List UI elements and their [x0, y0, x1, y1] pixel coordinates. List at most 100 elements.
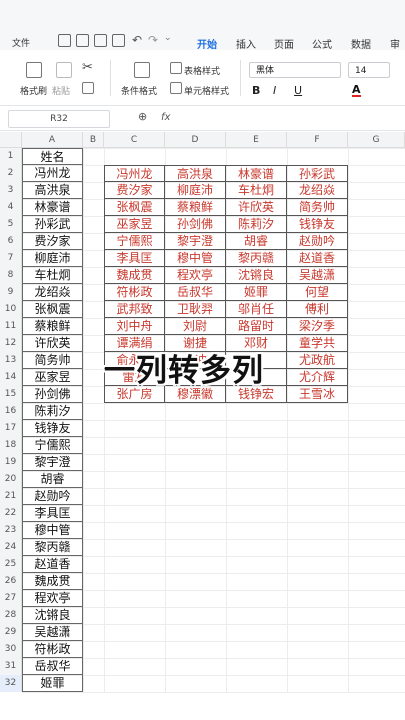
cell-name[interactable]: 林豪谱 — [22, 199, 83, 216]
tab-formula[interactable]: 公式 — [312, 36, 332, 51]
row-header[interactable]: 9 — [0, 284, 22, 301]
fx-icon[interactable]: fx — [161, 112, 170, 123]
row-header[interactable]: 25 — [0, 556, 22, 573]
matrix-cell[interactable]: 刘尉 — [165, 318, 226, 335]
matrix-cell[interactable]: 车杜炯 — [226, 182, 287, 199]
matrix-cell[interactable]: 尤政航 — [287, 352, 348, 369]
font-name-select[interactable]: 黑体 — [249, 62, 341, 78]
matrix-cell[interactable]: 巫家昱 — [104, 216, 165, 233]
conditional-format-icon[interactable] — [134, 62, 150, 78]
italic-button[interactable]: I — [273, 84, 276, 97]
matrix-cell[interactable]: 姬罪 — [226, 284, 287, 301]
matrix-cell[interactable]: 柳庭沛 — [165, 182, 226, 199]
tab-page[interactable]: 页面 — [274, 36, 294, 51]
row-header[interactable]: 32 — [0, 675, 22, 692]
column-header[interactable]: F — [287, 132, 348, 148]
cell-name[interactable]: 岳叔华 — [22, 658, 83, 675]
matrix-cell[interactable]: 陈莉汐 — [226, 216, 287, 233]
matrix-cell[interactable]: 刘中舟 — [104, 318, 165, 335]
format-painter-button[interactable]: 格式刷 — [20, 84, 47, 97]
row-header[interactable]: 16 — [0, 403, 22, 420]
cell-name[interactable]: 吴越潇 — [22, 624, 83, 641]
bold-button[interactable]: B — [252, 84, 260, 97]
matrix-cell[interactable]: 胡睿 — [226, 233, 287, 250]
matrix-cell[interactable]: 李具匡 — [104, 250, 165, 267]
table-style-button[interactable]: 表格样式 — [184, 64, 220, 77]
row-header[interactable]: 20 — [0, 471, 22, 488]
matrix-cell[interactable]: 沈锵良 — [226, 267, 287, 284]
cell-name[interactable]: 简务帅 — [22, 352, 83, 369]
cell-name[interactable]: 宁儒熙 — [22, 437, 83, 454]
print-icon[interactable] — [94, 34, 107, 47]
matrix-cell[interactable]: 尤介辉 — [287, 369, 348, 386]
tab-data[interactable]: 数据 — [351, 36, 371, 51]
matrix-cell[interactable]: 钱铮友 — [287, 216, 348, 233]
matrix-cell[interactable]: 赵勋吟 — [287, 233, 348, 250]
row-header[interactable]: 24 — [0, 539, 22, 556]
matrix-cell[interactable]: 赵道香 — [287, 250, 348, 267]
row-header[interactable]: 8 — [0, 267, 22, 284]
row-header[interactable]: 17 — [0, 420, 22, 437]
row-header[interactable]: 3 — [0, 182, 22, 199]
chevron-down-icon[interactable]: ⌄ — [164, 33, 172, 43]
cell-name[interactable]: 李具匡 — [22, 505, 83, 522]
select-all-corner[interactable] — [0, 132, 22, 148]
column-header[interactable]: G — [348, 132, 405, 148]
row-header[interactable]: 22 — [0, 505, 22, 522]
matrix-cell[interactable]: 黎宇澄 — [165, 233, 226, 250]
conditional-format-button[interactable]: 条件格式 — [121, 84, 157, 97]
zoom-icon[interactable]: ⊕ — [138, 110, 147, 123]
matrix-cell[interactable]: 岳叔华 — [165, 284, 226, 301]
matrix-cell[interactable]: 林豪谱 — [226, 165, 287, 182]
matrix-cell[interactable]: 魏成贯 — [104, 267, 165, 284]
matrix-cell[interactable]: 黎丙赣 — [226, 250, 287, 267]
matrix-cell[interactable]: 张枫震 — [104, 199, 165, 216]
row-header[interactable]: 30 — [0, 641, 22, 658]
export-icon[interactable] — [76, 34, 89, 47]
table-style-icon[interactable] — [170, 62, 182, 74]
row-header[interactable]: 14 — [0, 369, 22, 386]
matrix-cell[interactable]: 蔡粮鲜 — [165, 199, 226, 216]
column-header[interactable]: E — [226, 132, 287, 148]
matrix-cell[interactable]: 简务帅 — [287, 199, 348, 216]
cell-style-button[interactable]: 单元格样式 — [184, 84, 229, 97]
paste-icon[interactable] — [56, 62, 72, 78]
cell-name[interactable]: 车杜炯 — [22, 267, 83, 284]
matrix-cell[interactable]: 路留时 — [226, 318, 287, 335]
row-header[interactable]: 7 — [0, 250, 22, 267]
name-box[interactable]: R32 — [8, 110, 110, 128]
cell-name[interactable]: 胡睿 — [22, 471, 83, 488]
column-header[interactable]: A — [22, 132, 83, 148]
matrix-cell[interactable]: 龙绍焱 — [287, 182, 348, 199]
matrix-cell[interactable]: 卫耿羿 — [165, 301, 226, 318]
matrix-cell[interactable]: 何望 — [287, 284, 348, 301]
matrix-cell[interactable]: 程欢亭 — [165, 267, 226, 284]
cut-icon[interactable]: ✂ — [82, 60, 93, 75]
row-header[interactable]: 23 — [0, 522, 22, 539]
copy-icon[interactable] — [82, 82, 94, 94]
matrix-cell[interactable]: 童学共 — [287, 335, 348, 352]
matrix-cell[interactable]: 穆中管 — [165, 250, 226, 267]
row-header[interactable]: 13 — [0, 352, 22, 369]
redo-icon[interactable]: ↷ — [148, 33, 158, 47]
matrix-cell[interactable]: 武邦致 — [104, 301, 165, 318]
format-painter-icon[interactable] — [26, 62, 42, 78]
underline-button[interactable]: U — [294, 84, 302, 97]
matrix-cell[interactable]: 吴越潇 — [287, 267, 348, 284]
cell-name[interactable]: 孙彩武 — [22, 216, 83, 233]
file-menu[interactable]: 文件 — [12, 36, 30, 49]
row-header[interactable]: 12 — [0, 335, 22, 352]
row-header[interactable]: 11 — [0, 318, 22, 335]
cell-name[interactable]: 费汐家 — [22, 233, 83, 250]
cell-name[interactable]: 孙剑佛 — [22, 386, 83, 403]
row-header[interactable]: 5 — [0, 216, 22, 233]
column-header[interactable]: B — [83, 132, 104, 148]
cell-style-icon[interactable] — [170, 82, 182, 94]
row-header[interactable]: 10 — [0, 301, 22, 318]
cell-name[interactable]: 柳庭沛 — [22, 250, 83, 267]
tab-insert[interactable]: 插入 — [236, 36, 256, 51]
save-icon[interactable] — [58, 34, 71, 47]
matrix-cell[interactable]: 傅利 — [287, 301, 348, 318]
row-header[interactable]: 27 — [0, 590, 22, 607]
row-header[interactable]: 6 — [0, 233, 22, 250]
